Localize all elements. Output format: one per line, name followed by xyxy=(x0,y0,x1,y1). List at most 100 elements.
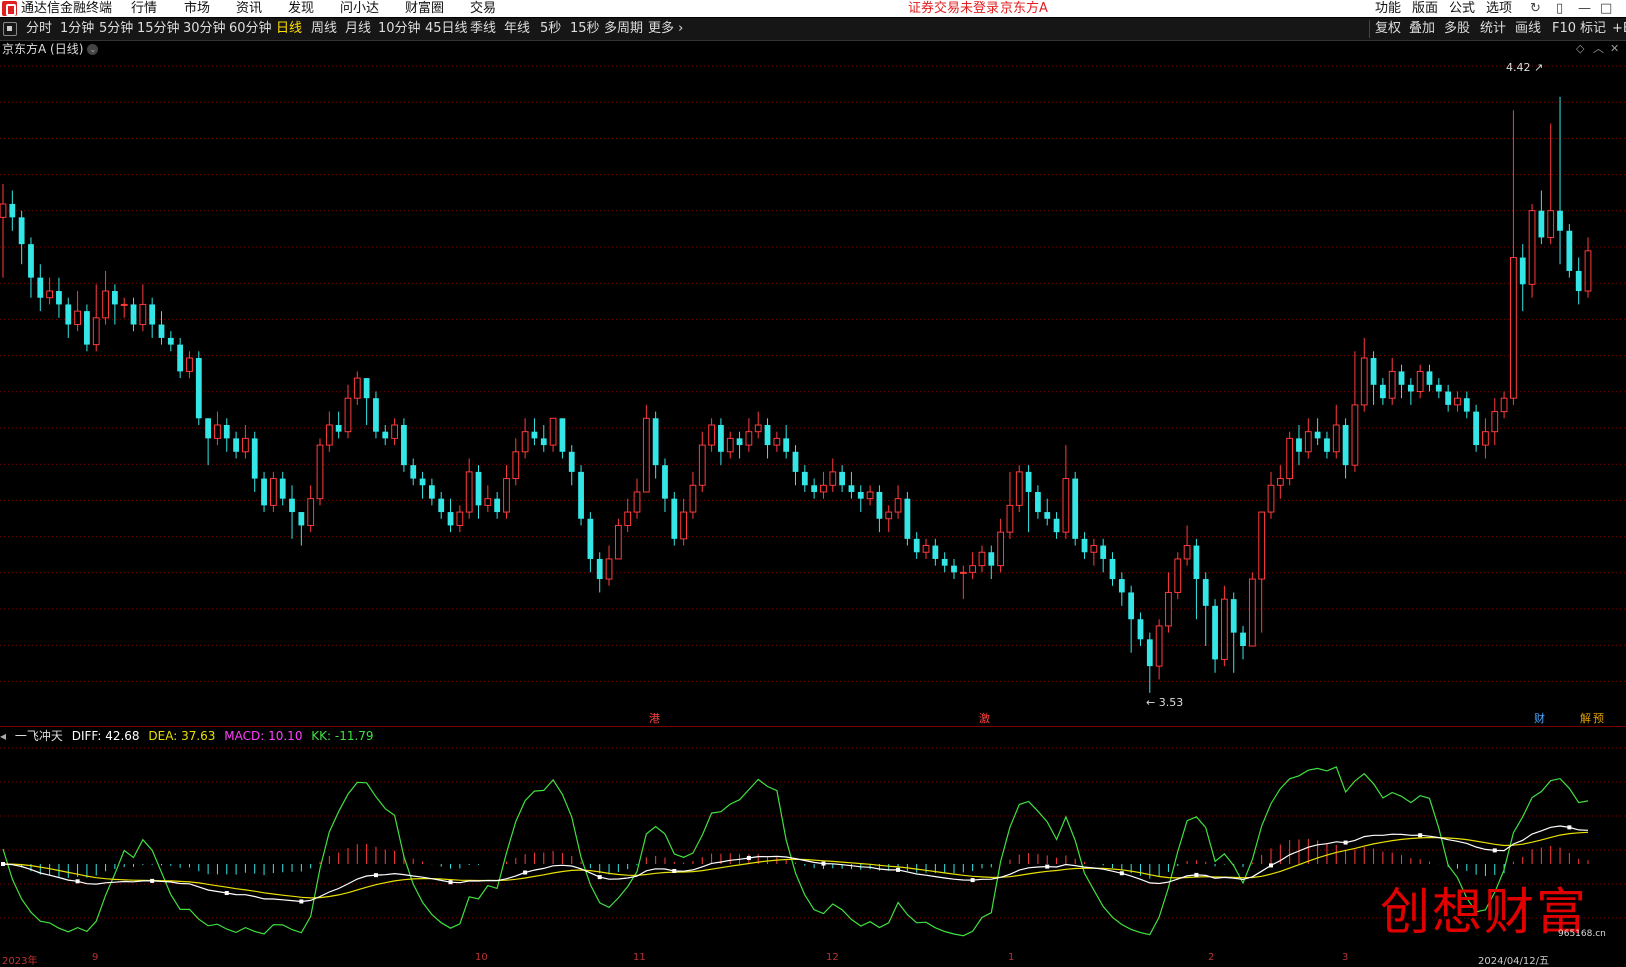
candle-body[interactable] xyxy=(1314,431,1321,439)
candle-body[interactable] xyxy=(475,471,482,506)
period-tab-monthly[interactable]: 月线 xyxy=(345,21,371,37)
candle-body[interactable] xyxy=(1566,230,1573,271)
candle-body[interactable] xyxy=(978,551,986,567)
diamond-icon[interactable]: ◇ xyxy=(1576,43,1584,55)
candle-body[interactable] xyxy=(149,304,156,325)
candle-body[interactable] xyxy=(718,424,724,452)
period-tab-60min[interactable]: 60分钟 xyxy=(229,21,272,37)
candle-body[interactable] xyxy=(997,531,1005,567)
candle-body[interactable] xyxy=(726,437,734,453)
candle-body[interactable] xyxy=(652,418,659,466)
period-tab-10min[interactable]: 10分钟 xyxy=(378,21,421,37)
candle-body[interactable] xyxy=(662,465,668,499)
tool-multi-stock[interactable]: 多股 xyxy=(1444,21,1470,37)
candle-body[interactable] xyxy=(223,424,230,439)
menu-item-trade[interactable]: 交易 xyxy=(470,0,496,17)
candle-body[interactable] xyxy=(1500,397,1508,413)
candle-body[interactable] xyxy=(1193,545,1200,580)
candle-body[interactable] xyxy=(382,431,389,439)
candle-body[interactable] xyxy=(1388,370,1396,399)
candle-body[interactable] xyxy=(1398,371,1405,385)
period-tab-15min[interactable]: 15分钟 xyxy=(137,21,180,37)
candle-body[interactable] xyxy=(242,437,249,453)
tool-statistics[interactable]: 统计 xyxy=(1480,21,1506,37)
candle-body[interactable] xyxy=(1416,370,1424,392)
period-tab-multi[interactable]: 多周期 xyxy=(604,21,643,37)
menu-item-wealth[interactable]: 财富圈 xyxy=(405,0,444,17)
event-badge-unlock[interactable]: 解 xyxy=(1579,712,1592,725)
candle-body[interactable] xyxy=(279,478,286,499)
candle-body[interactable] xyxy=(373,398,379,432)
period-tab-quarter[interactable]: 季线 xyxy=(470,21,496,37)
period-tab-5min[interactable]: 5分钟 xyxy=(99,21,133,37)
candle-body[interactable] xyxy=(335,424,342,432)
candle-body[interactable] xyxy=(46,290,54,299)
collapse-icon[interactable]: ◂ xyxy=(0,729,6,743)
candle-body[interactable] xyxy=(344,397,352,433)
candle-body[interactable] xyxy=(829,471,837,486)
candle-body[interactable] xyxy=(503,478,510,513)
candle-body[interactable] xyxy=(158,324,165,338)
candle-body[interactable] xyxy=(1165,591,1172,627)
candle-body[interactable] xyxy=(754,424,762,433)
candle-body[interactable] xyxy=(1435,384,1442,392)
candle-body[interactable] xyxy=(428,485,435,499)
candle-body[interactable] xyxy=(1528,210,1536,285)
candle-body[interactable] xyxy=(1351,404,1359,466)
candle-body[interactable] xyxy=(1025,471,1032,492)
candle-body[interactable] xyxy=(531,431,538,439)
candle-body[interactable] xyxy=(745,431,753,446)
candle-body[interactable] xyxy=(74,310,81,326)
candle-body[interactable] xyxy=(941,558,948,566)
candle-body[interactable] xyxy=(1379,384,1386,399)
candle-body[interactable] xyxy=(633,491,641,513)
candle-body[interactable] xyxy=(1109,558,1116,580)
candle-body[interactable] xyxy=(1220,598,1228,660)
candle-body[interactable] xyxy=(261,478,267,506)
candle-body[interactable] xyxy=(512,451,520,480)
menu-item-discover[interactable]: 发现 xyxy=(288,0,314,17)
menu-item-options[interactable]: 选项 xyxy=(1486,0,1512,17)
period-tab-15sec[interactable]: 15秒 xyxy=(570,21,600,37)
candle-body[interactable] xyxy=(1015,471,1023,506)
login-notice[interactable]: 证券交易未登录 xyxy=(908,0,999,17)
candle-body[interactable] xyxy=(783,438,790,452)
period-tab-45day[interactable]: 45日线 xyxy=(425,21,468,37)
candle-body[interactable] xyxy=(289,498,295,513)
candle-body[interactable] xyxy=(689,484,697,513)
minimize-icon[interactable]: — xyxy=(1578,1,1591,16)
candle-body[interactable] xyxy=(419,478,426,486)
candle-body[interactable] xyxy=(1202,579,1209,606)
event-badge-forecast[interactable]: 预 xyxy=(1592,712,1605,725)
candle-body[interactable] xyxy=(65,304,72,325)
candle-body[interactable] xyxy=(698,444,706,486)
candle-body[interactable] xyxy=(251,438,258,479)
candle-body[interactable] xyxy=(540,438,547,446)
candle-body[interactable] xyxy=(614,524,622,560)
candle-body[interactable] xyxy=(9,203,16,218)
menu-item-formula[interactable]: 公式 xyxy=(1449,0,1475,17)
candle-body[interactable] xyxy=(1491,411,1499,433)
candle-body[interactable] xyxy=(1473,411,1480,446)
candle-body[interactable] xyxy=(848,485,855,492)
candle-body[interactable] xyxy=(1183,545,1191,560)
event-badge-incentive[interactable]: 激 xyxy=(978,712,991,725)
candle-body[interactable] xyxy=(1538,210,1545,238)
menu-item-quotes[interactable]: 行情 xyxy=(131,0,157,17)
candle-body[interactable] xyxy=(839,471,846,486)
tool-add-b[interactable]: +B xyxy=(1612,21,1626,37)
candle-body[interactable] xyxy=(1584,250,1592,292)
chevron-down-icon[interactable]: ⌄ xyxy=(87,44,99,55)
event-badge-finance[interactable]: 财 xyxy=(1533,712,1546,725)
menu-item-ask[interactable]: 问小达 xyxy=(340,0,379,17)
candle-body[interactable] xyxy=(130,304,137,325)
candle-body[interactable] xyxy=(811,485,818,492)
candle-body[interactable] xyxy=(1557,210,1563,231)
candle-body[interactable] xyxy=(1575,270,1582,292)
candle-body[interactable] xyxy=(671,498,678,539)
chevron-up-icon[interactable]: ︿ xyxy=(1593,43,1604,55)
candle-body[interactable] xyxy=(1370,358,1377,385)
candle-body[interactable] xyxy=(177,344,184,372)
candle-body[interactable] xyxy=(951,565,957,573)
candle-body[interactable] xyxy=(913,538,920,553)
